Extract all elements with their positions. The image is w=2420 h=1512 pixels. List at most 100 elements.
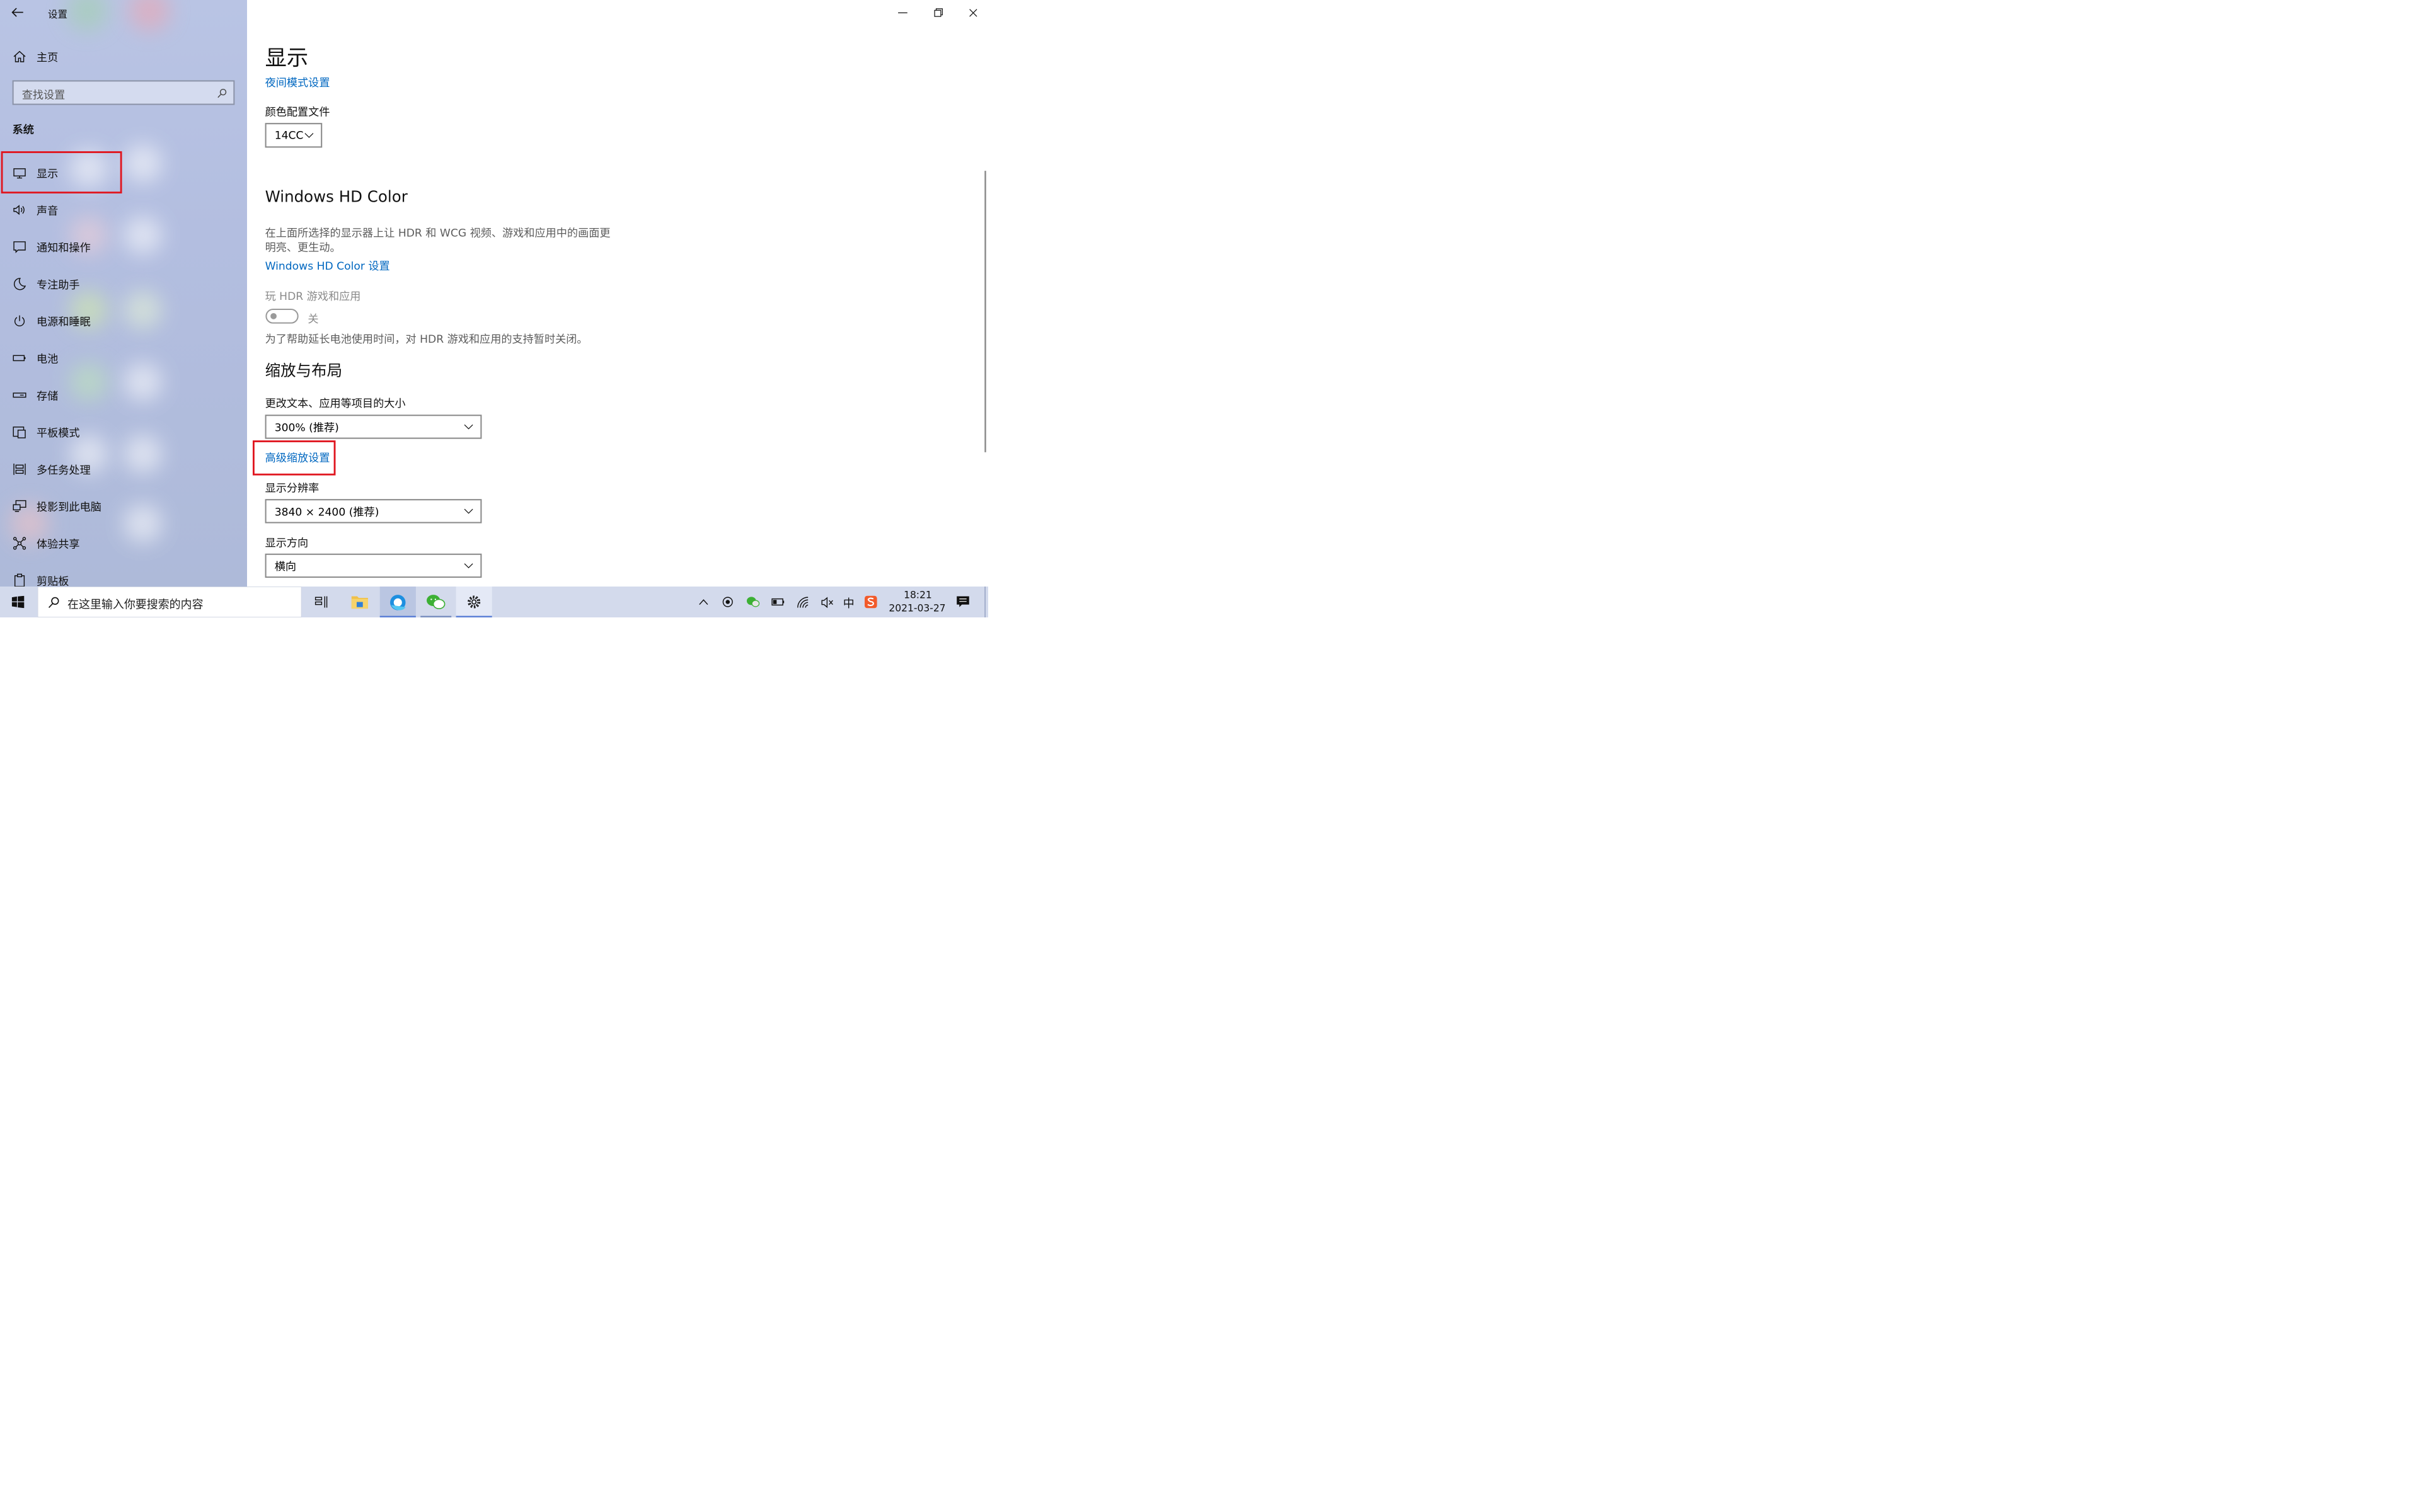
main-content: 显示 夜间模式设置 颜色配置文件 14CC Windows HD Color 在… [246, 0, 988, 587]
sidebar-item-label: 投影到此电脑 [36, 500, 101, 513]
record-icon[interactable] [722, 597, 734, 608]
sidebar-item-sound[interactable]: 声音 [0, 192, 247, 229]
minimize-icon[interactable] [894, 8, 912, 18]
taskbar: 在这里输入你要搜索的内容 中 18:21 2021-03-27 [0, 586, 988, 617]
sidebar-item-shared-experiences[interactable]: 体验共享 [0, 525, 247, 562]
storage-icon [13, 392, 26, 398]
home-icon [13, 50, 26, 62]
sidebar-item-label: 专注助手 [36, 278, 80, 292]
sidebar-item-power[interactable]: 电源和睡眠 [0, 302, 247, 340]
hdr-toggle[interactable] [265, 308, 299, 324]
start-button[interactable] [0, 587, 37, 617]
sidebar-item-project[interactable]: 投影到此电脑 [0, 488, 247, 525]
sidebar-item-notifications[interactable]: 通知和操作 [0, 229, 247, 266]
restore-icon[interactable] [929, 6, 947, 20]
moon-icon [13, 278, 26, 290]
gear-icon [468, 595, 481, 609]
folder-icon [351, 596, 368, 609]
scrollbar[interactable] [984, 171, 986, 452]
volume-muted-icon[interactable] [821, 597, 834, 609]
window-title: 设置 [47, 8, 67, 20]
toggle-knob [270, 312, 277, 319]
sidebar-item-multitasking[interactable]: 多任务处理 [0, 450, 247, 488]
chevron-down-icon [464, 563, 473, 569]
search-icon [48, 597, 59, 609]
color-profile-dropdown[interactable]: 14CC [265, 123, 323, 148]
edge-browser-icon [390, 595, 406, 610]
sidebar-item-focus-assist[interactable]: 专注助手 [0, 265, 247, 302]
sidebar-item-battery[interactable]: 电池 [0, 340, 247, 377]
sidebar-item-label: 电池 [36, 352, 59, 365]
sidebar-item-label: 存储 [36, 389, 59, 403]
search-placeholder: 查找设置 [21, 88, 66, 101]
settings-search-input[interactable]: 查找设置 [12, 80, 235, 105]
page-title: 显示 [265, 45, 309, 71]
search-icon [217, 88, 227, 98]
windows-logo-icon [11, 595, 25, 609]
resolution-label: 显示分辨率 [265, 481, 320, 495]
wifi-icon[interactable] [796, 597, 809, 609]
show-desktop-button[interactable] [984, 586, 986, 617]
sidebar-item-clipboard[interactable]: 剪贴板 [0, 562, 247, 587]
active-indicator [379, 616, 416, 617]
sidebar-item-label: 主页 [36, 51, 59, 64]
sidebar-item-tablet-mode[interactable]: 平板模式 [0, 414, 247, 451]
hdr-section-title: Windows HD Color [265, 188, 408, 206]
orientation-label: 显示方向 [265, 536, 309, 549]
chevron-down-icon [464, 508, 473, 514]
tablet-mode-icon [13, 427, 26, 438]
sidebar-item-storage[interactable]: 存储 [0, 377, 247, 414]
speaker-icon [13, 205, 25, 215]
sidebar-item-label: 平板模式 [36, 427, 80, 440]
wechat-icon [427, 595, 446, 609]
settings-app-button[interactable] [456, 586, 492, 617]
sidebar-item-home[interactable]: 主页 [0, 38, 247, 75]
sidebar-item-label: 剪贴板 [36, 575, 69, 587]
active-indicator [456, 616, 492, 617]
chevron-up-icon[interactable] [698, 597, 709, 607]
highlight-advanced-scaling [252, 440, 336, 476]
file-explorer-button[interactable] [342, 587, 377, 617]
task-view-button[interactable] [303, 587, 339, 617]
text-size-label: 更改文本、应用等项目的大小 [265, 397, 406, 410]
sidebar-item-label: 体验共享 [36, 537, 80, 551]
notification-icon [13, 241, 26, 253]
close-icon[interactable] [964, 6, 982, 20]
clipboard-icon [14, 573, 25, 587]
running-indicator [420, 616, 452, 617]
sidebar-item-label: 通知和操作 [36, 241, 91, 255]
chevron-down-icon [304, 133, 314, 138]
hdr-description-line1: 在上面所选择的显示器上让 HDR 和 WCG 视频、游戏和应用中的画面更 [265, 226, 611, 239]
hdr-note: 为了帮助延长电池使用时间，对 HDR 游戏和应用的支持暂时关闭。 [265, 332, 588, 345]
clock-date[interactable]: 2021-03-27 [889, 602, 945, 614]
wechat-tray-icon[interactable] [746, 596, 760, 609]
clock-time[interactable]: 18:21 [904, 589, 932, 600]
hdr-description-line2: 明亮、更生动。 [265, 241, 341, 254]
edge-browser-button[interactable] [379, 586, 416, 617]
battery-icon [13, 355, 26, 362]
night-mode-settings-link[interactable]: 夜间模式设置 [265, 74, 330, 90]
sogou-input-icon[interactable] [864, 595, 877, 609]
scale-value: 300% (推荐) [274, 421, 339, 434]
wechat-button[interactable] [418, 587, 454, 617]
resolution-dropdown[interactable]: 3840 × 2400 (推荐) [265, 499, 482, 524]
resolution-value: 3840 × 2400 (推荐) [274, 505, 379, 518]
taskbar-search-box[interactable]: 在这里输入你要搜索的内容 [37, 586, 302, 617]
orientation-value: 横向 [274, 560, 296, 573]
highlight-display-item [1, 151, 122, 194]
hdr-toggle-state: 关 [308, 312, 319, 326]
action-center-icon[interactable] [956, 595, 971, 609]
color-profile-value: 14CC [274, 129, 304, 142]
chevron-down-icon [464, 424, 473, 430]
orientation-dropdown[interactable]: 横向 [265, 553, 482, 578]
project-icon [13, 500, 26, 512]
battery-icon[interactable] [771, 598, 785, 606]
sidebar-item-label: 电源和睡眠 [36, 315, 91, 328]
back-button[interactable] [10, 5, 28, 20]
hdr-color-settings-link[interactable]: Windows HD Color 设置 [265, 257, 390, 273]
back-arrow-icon [11, 8, 23, 17]
color-profile-label: 颜色配置文件 [265, 105, 330, 118]
ime-indicator[interactable]: 中 [843, 594, 855, 610]
scale-dropdown[interactable]: 300% (推荐) [265, 415, 482, 439]
multitasking-icon [13, 463, 26, 475]
